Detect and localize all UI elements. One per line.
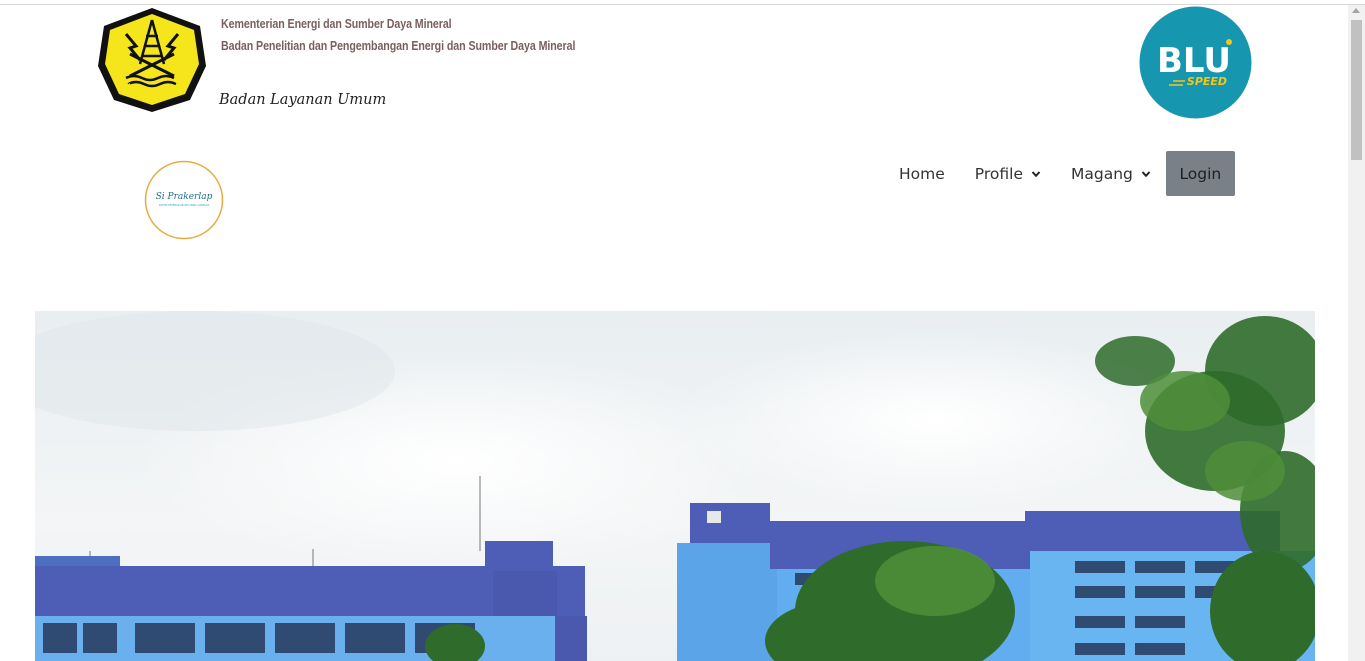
ministry-name: Kementerian Energi dan Sumber Daya Miner… <box>221 16 452 31</box>
blu-speed-logo: BLU SPEED <box>1139 6 1252 119</box>
login-button-label: Login <box>1179 164 1222 183</box>
nav-home-label: Home <box>899 164 945 183</box>
login-button[interactable]: Login <box>1165 151 1235 196</box>
scroll-up-arrow-icon[interactable] <box>1352 8 1360 13</box>
nav-profile-label: Profile <box>974 164 1023 183</box>
browser-top-border <box>0 4 1365 5</box>
brand-logo-subtext: SISTEM INFORMASI PRAKTIK KERJA LAPANGAN <box>159 204 210 207</box>
chevron-down-icon <box>1141 170 1151 177</box>
agency-name: Badan Penelitian dan Pengembangan Energi… <box>221 38 576 53</box>
brand-logo-text: Si Prakerlap <box>156 192 213 202</box>
nav-profile-dropdown[interactable]: Profile <box>960 151 1056 196</box>
main-nav: Home Profile Magang Login <box>884 151 1235 196</box>
unit-name: Badan Layanan Umum <box>219 92 387 108</box>
esdm-logo: ENERGI DAN SUMBER DAYA MINERAL <box>93 0 208 114</box>
scrollbar-thumb[interactable] <box>1351 20 1362 160</box>
hero-image <box>35 311 1315 661</box>
site-brand-logo[interactable]: Si Prakerlap SISTEM INFORMASI PRAKTIK KE… <box>144 160 224 240</box>
nav-magang-label: Magang <box>1070 164 1133 183</box>
blu-logo-subtext: SPEED <box>1187 75 1227 88</box>
nav-home[interactable]: Home <box>884 151 960 196</box>
chevron-down-icon <box>1031 170 1041 177</box>
nav-magang-dropdown[interactable]: Magang <box>1056 151 1166 196</box>
